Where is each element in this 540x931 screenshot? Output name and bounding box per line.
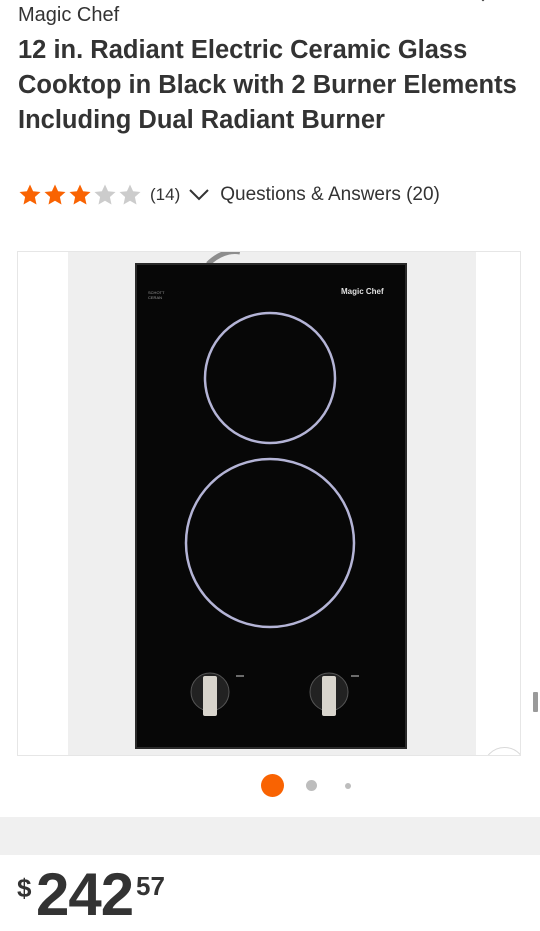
price-dollars: 242 — [36, 861, 134, 928]
rating-row: (14) Questions & Answers (20) — [18, 182, 440, 208]
star-icon-filled — [69, 184, 91, 205]
product-photo: SCHOTT CERAN Magic Chef — [68, 252, 476, 755]
carousel-dot[interactable] — [306, 780, 317, 791]
price-currency: $ — [17, 873, 32, 903]
star-icon-empty — [119, 184, 141, 205]
next-image-button[interactable] — [483, 747, 520, 755]
star-icon-filled — [19, 184, 41, 205]
star-rating[interactable] — [18, 183, 142, 207]
brand-name[interactable]: Magic Chef — [18, 4, 119, 27]
carousel-dot[interactable] — [345, 783, 351, 789]
product-title: 12 in. Radiant Electric Ceramic Glass Co… — [18, 36, 517, 134]
price-section: $ 242 57 — [0, 855, 540, 931]
carousel-dots — [0, 773, 540, 797]
cooktop-brand-mark: Magic Chef — [341, 287, 384, 296]
chevron-down-icon[interactable] — [474, 0, 492, 8]
section-divider — [0, 817, 540, 855]
star-icon-filled — [44, 184, 66, 205]
review-count[interactable]: (14) — [150, 185, 180, 205]
svg-text:CERAN: CERAN — [148, 295, 162, 300]
cooktop-illustration: SCHOTT CERAN Magic Chef — [135, 252, 407, 749]
price-cents: 57 — [136, 871, 165, 901]
product-header: Magic Chef 12 in. Radiant Electric Ceram… — [0, 0, 540, 235]
carousel-dot-active[interactable] — [261, 774, 284, 797]
star-icon-empty — [94, 184, 116, 205]
product-image-frame[interactable]: SCHOTT CERAN Magic Chef — [17, 251, 521, 756]
chevron-down-icon[interactable] — [186, 182, 212, 208]
questions-answers-link[interactable]: Questions & Answers (20) — [220, 184, 440, 206]
scrollbar[interactable] — [533, 692, 538, 712]
